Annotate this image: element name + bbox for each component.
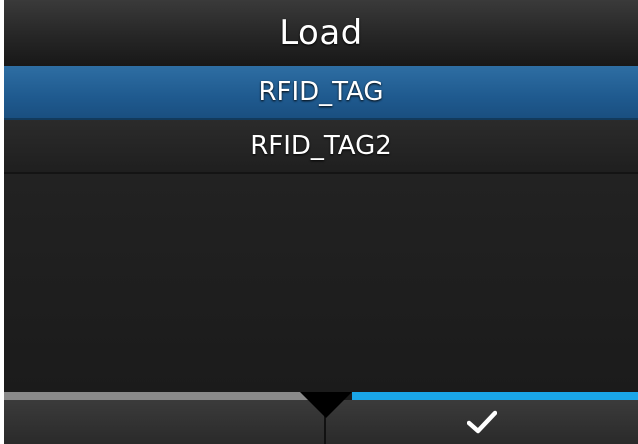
list-empty-area: [4, 174, 638, 392]
list-item-label: RFID_TAG: [258, 77, 384, 107]
list-item-rfid-tag2[interactable]: RFID_TAG2: [4, 120, 638, 174]
right-indicator-bar: [352, 392, 638, 400]
back-button[interactable]: [4, 400, 326, 444]
footer-bar: [4, 392, 638, 444]
page-title: Load: [279, 13, 363, 53]
printer-screen: Load RFID_TAG RFID_TAG2: [4, 0, 638, 444]
confirm-button[interactable]: [326, 400, 638, 444]
file-list: RFID_TAG RFID_TAG2: [4, 66, 638, 392]
list-item-rfid-tag[interactable]: RFID_TAG: [4, 66, 638, 120]
divider-notch-icon: [300, 392, 352, 418]
screen-header: Load: [4, 0, 638, 66]
list-item-label: RFID_TAG2: [250, 131, 392, 161]
left-indicator-bar: [4, 392, 324, 400]
checkmark-icon: [467, 410, 497, 434]
